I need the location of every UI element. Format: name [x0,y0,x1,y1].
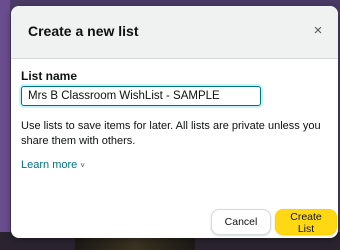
cancel-button[interactable]: Cancel [211,209,271,235]
page-backdrop-edge [0,0,10,250]
create-list-dialog: Create a new list × List name Use lists … [11,6,338,238]
learn-more-label: Learn more [21,159,78,171]
background-image-thumbnail [75,236,195,250]
close-icon[interactable]: × [309,22,327,40]
chevron-down-icon: ˅ [80,161,85,170]
list-name-input[interactable] [21,86,261,106]
helper-text: Use lists to save items for later. All l… [21,120,321,147]
list-name-label: List name [21,69,78,83]
create-list-button[interactable]: Create List [275,209,337,235]
dialog-header: Create a new list × [11,6,338,59]
learn-more-link[interactable]: Learn more ˅ [21,159,85,171]
dialog-title: Create a new list [28,23,139,39]
